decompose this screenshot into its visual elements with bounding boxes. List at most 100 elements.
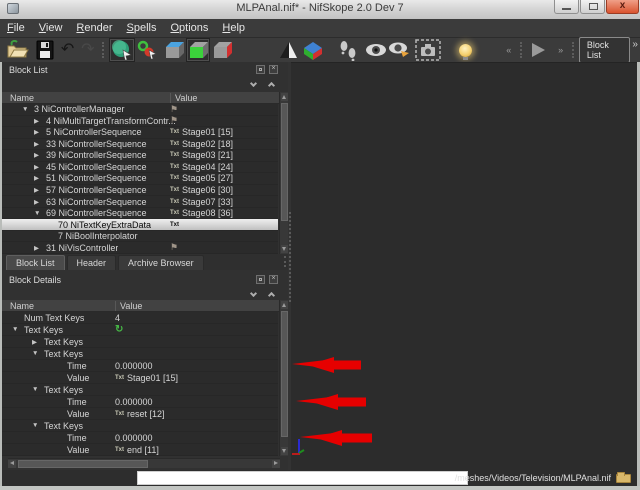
scroll-thumb[interactable] <box>18 460 148 468</box>
block-list-combo[interactable]: Block List <box>579 37 631 63</box>
tree-row[interactable]: ▶63 NiControllerSequenceTxtStage07 [33] <box>2 196 278 208</box>
tree-row[interactable]: ▶45 NiControllerSequenceTxtStage04 [24] <box>2 162 278 174</box>
scroll-up-icon[interactable] <box>281 301 288 309</box>
lighting-button[interactable] <box>453 38 477 62</box>
tree-row[interactable]: ValueTxtreset [12] <box>2 408 278 420</box>
expand-arrow-icon[interactable]: ▼ <box>32 386 44 393</box>
tree-row[interactable]: ▼Text Keys <box>2 384 278 396</box>
block-details-hscrollbar[interactable] <box>8 458 280 468</box>
vertex-mode-button[interactable] <box>109 38 135 62</box>
expand-arrow-icon[interactable]: ▼ <box>32 422 44 429</box>
tree-row[interactable]: ▼Text Keys <box>2 348 278 360</box>
tree-row[interactable]: Num Text Keys4 <box>2 312 278 324</box>
column-value[interactable]: Value <box>170 93 197 103</box>
tree-row[interactable]: 70 NiTextKeyExtraDataTxt <box>2 219 278 231</box>
tree-row[interactable]: ▶39 NiControllerSequenceTxtStage03 [21] <box>2 150 278 162</box>
column-name[interactable]: Name <box>10 301 34 311</box>
scroll-down-icon[interactable] <box>281 447 288 455</box>
menu-spells[interactable]: Spells <box>120 20 164 36</box>
block-list-header[interactable]: Name Value <box>2 92 288 104</box>
tab-header[interactable]: Header <box>67 255 117 270</box>
tree-row[interactable]: Time0.000000 <box>2 396 278 408</box>
undo-button[interactable]: ↶ <box>57 38 77 62</box>
expand-arrow-icon[interactable]: ▶ <box>34 174 46 182</box>
axes-toggle-button[interactable] <box>300 38 326 62</box>
close-panel-button[interactable]: × <box>269 275 278 284</box>
redo-button[interactable]: ↷ <box>78 38 98 62</box>
skip-forward-button[interactable]: » <box>553 38 568 62</box>
tree-row[interactable]: ▼3 NiControllerManager⚑ <box>2 104 278 116</box>
close-panel-button[interactable]: × <box>269 65 278 74</box>
scroll-up-icon[interactable] <box>281 93 288 101</box>
tree-row[interactable]: ▶57 NiControllerSequenceTxtStage06 [30] <box>2 185 278 197</box>
column-name[interactable]: Name <box>10 93 34 103</box>
scroll-thumb[interactable] <box>281 103 288 221</box>
play-button[interactable] <box>527 38 549 62</box>
save-button[interactable] <box>32 38 58 62</box>
view-side-button[interactable] <box>210 38 234 62</box>
expand-arrow-icon[interactable]: ▶ <box>34 244 46 252</box>
minimize-button[interactable] <box>554 0 579 14</box>
visibility-button[interactable] <box>364 38 388 62</box>
scroll-left-icon[interactable] <box>8 460 16 468</box>
skip-back-button[interactable]: « <box>501 38 516 62</box>
expand-arrow-icon[interactable]: ▶ <box>32 338 44 346</box>
tree-row[interactable]: ▼Text Keys↻ <box>2 324 278 336</box>
expand-all-icon[interactable] <box>268 292 275 299</box>
scroll-right-icon[interactable] <box>272 460 280 468</box>
tree-row[interactable]: ▶51 NiControllerSequenceTxtStage05 [27] <box>2 173 278 185</box>
close-button[interactable]: x <box>606 0 639 14</box>
block-list-scrollbar[interactable] <box>279 92 288 254</box>
screenshot-button[interactable] <box>415 38 441 62</box>
tree-row[interactable]: ▶33 NiControllerSequenceTxtStage02 [18] <box>2 139 278 151</box>
expand-arrow-icon[interactable]: ▶ <box>34 186 46 194</box>
shading-toggle-button[interactable] <box>276 38 300 62</box>
tree-row[interactable]: Time0.000000 <box>2 360 278 372</box>
tab-archive-browser[interactable]: Archive Browser <box>118 255 204 270</box>
menu-render[interactable]: Render <box>69 20 119 36</box>
scroll-thumb[interactable] <box>281 311 288 437</box>
tree-row[interactable]: ▼Text Keys <box>2 420 278 432</box>
collapse-all-icon[interactable] <box>250 290 257 297</box>
float-panel-button[interactable] <box>256 65 265 74</box>
menu-file[interactable]: File <box>0 20 32 36</box>
viewport-3d[interactable] <box>291 62 637 470</box>
column-value[interactable]: Value <box>115 301 142 311</box>
expand-arrow-icon[interactable]: ▶ <box>34 128 46 136</box>
expand-arrow-icon[interactable]: ▶ <box>34 151 46 159</box>
highlight-button[interactable] <box>388 38 412 62</box>
walk-mode-button[interactable] <box>336 38 360 62</box>
view-top-button[interactable] <box>162 38 186 62</box>
expand-arrow-icon[interactable]: ▶ <box>34 163 46 171</box>
tab-block-list[interactable]: Block List <box>6 255 65 270</box>
tree-row[interactable]: Time0.000000 <box>2 432 278 444</box>
tree-row[interactable]: ▶4 NiMultiTargetTransformContr...⚑ <box>2 116 278 128</box>
toolbar-overflow-icon[interactable]: » <box>632 39 638 50</box>
expand-arrow-icon[interactable]: ▼ <box>34 210 46 217</box>
node-select-button[interactable] <box>135 38 159 62</box>
expand-arrow-icon[interactable]: ▼ <box>32 350 44 357</box>
open-file-button[interactable] <box>4 38 32 62</box>
collapse-all-icon[interactable] <box>250 80 257 87</box>
tree-row[interactable]: ▼69 NiControllerSequenceTxtStage08 [36] <box>2 208 278 220</box>
scroll-down-icon[interactable] <box>281 245 288 253</box>
tree-row[interactable]: 7 NiBoolInterpolator <box>2 231 278 243</box>
expand-arrow-icon[interactable]: ▼ <box>22 106 34 113</box>
expand-arrow-icon[interactable]: ▶ <box>34 198 46 206</box>
tree-row[interactable]: ValueTxtend [11] <box>2 444 278 456</box>
block-details-scrollbar[interactable] <box>279 300 288 456</box>
expand-arrow-icon[interactable]: ▶ <box>34 140 46 148</box>
menu-options[interactable]: Options <box>163 20 215 36</box>
load-file-input[interactable] <box>137 471 468 485</box>
browse-save-button[interactable] <box>616 472 631 483</box>
expand-all-icon[interactable] <box>268 82 275 89</box>
block-details-header[interactable]: Name Value <box>2 300 288 312</box>
expand-arrow-icon[interactable]: ▶ <box>34 117 46 125</box>
expand-arrow-icon[interactable]: ▼ <box>12 326 24 333</box>
float-panel-button[interactable] <box>256 275 265 284</box>
view-front-button[interactable] <box>186 38 210 62</box>
tree-row[interactable]: ValueTxtStage01 [15] <box>2 372 278 384</box>
maximize-button[interactable] <box>580 0 605 14</box>
tree-row[interactable]: ▶31 NiVisController⚑ <box>2 242 278 254</box>
tree-row[interactable]: ▶5 NiControllerSequenceTxtStage01 [15] <box>2 127 278 139</box>
